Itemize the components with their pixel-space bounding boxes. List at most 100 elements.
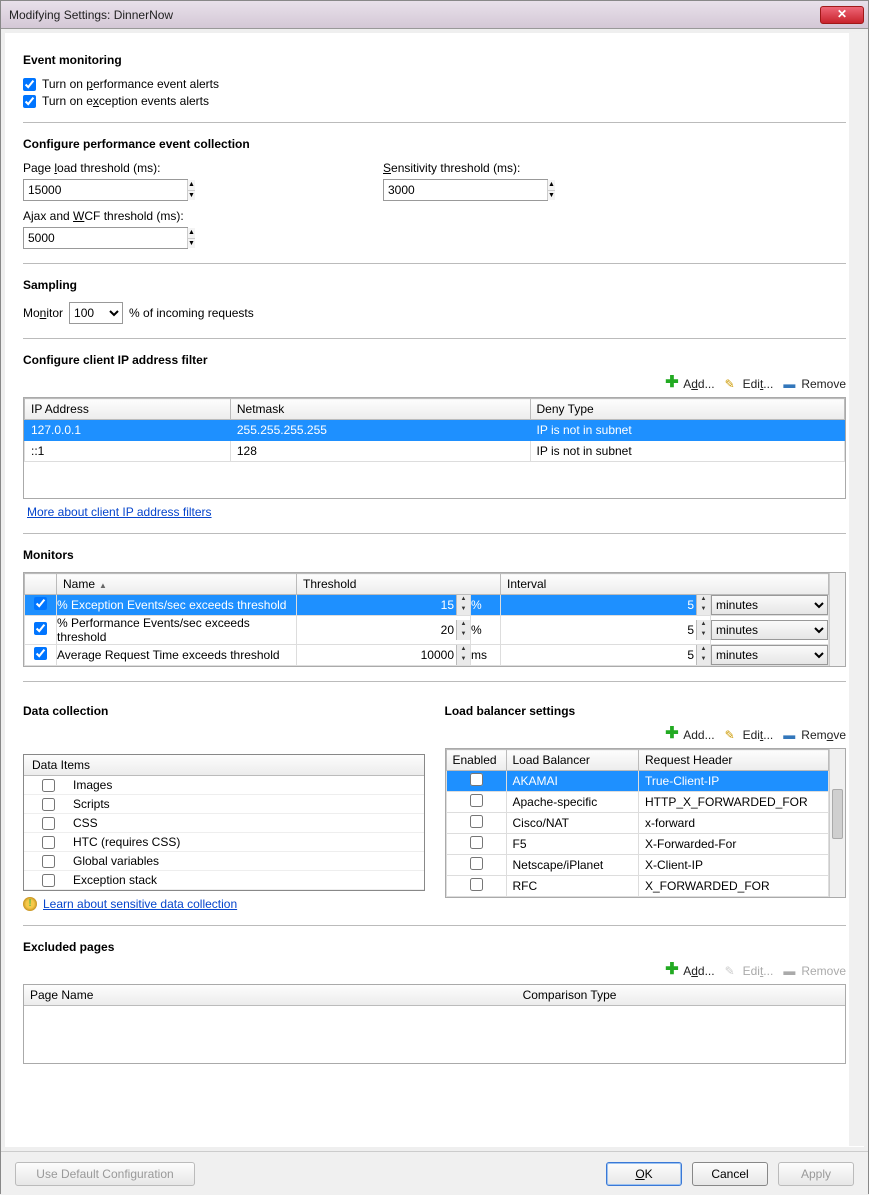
mon-col-name[interactable]: Name▲ — [57, 574, 297, 595]
lb-col-enabled[interactable]: Enabled — [446, 750, 506, 771]
data-item-row[interactable]: CSS — [24, 814, 424, 833]
spin-up-icon[interactable]: ▲ — [548, 180, 555, 191]
interval-unit-select[interactable]: minutes — [711, 645, 828, 665]
threshold-input[interactable] — [297, 595, 456, 615]
cancel-button[interactable]: Cancel — [692, 1162, 768, 1186]
ex-col-comp[interactable]: Comparison Type — [517, 985, 845, 1006]
ex-remove-button: ▬Remove — [783, 964, 846, 978]
lb-row[interactable]: Netscape/iPlanetX-Client-IP — [446, 855, 829, 876]
lb-row[interactable]: F5X-Forwarded-For — [446, 834, 829, 855]
ip-row[interactable]: ::1128IP is not in subnet — [25, 441, 845, 462]
monitor-checkbox[interactable] — [34, 647, 47, 660]
ok-button[interactable]: OK — [606, 1162, 682, 1186]
data-item-checkbox[interactable] — [42, 798, 55, 811]
lb-add-button[interactable]: ✚Add... — [665, 728, 714, 742]
close-button[interactable]: ✕ — [820, 6, 864, 24]
sampling-select[interactable]: 100 — [69, 302, 123, 324]
lb-enabled-checkbox[interactable] — [470, 878, 483, 891]
ip-col-ip[interactable]: IP Address — [25, 399, 231, 420]
sampling-suffix: % of incoming requests — [129, 306, 254, 320]
monitors-grid: Name▲ Threshold Interval % Exception Eve… — [23, 572, 846, 667]
ip-add-button[interactable]: ✚Add... — [665, 377, 714, 391]
ip-col-deny[interactable]: Deny Type — [530, 399, 844, 420]
spin-down-icon[interactable]: ▼ — [188, 239, 195, 249]
data-item-row[interactable]: Global variables — [24, 852, 424, 871]
page-load-input[interactable] — [24, 180, 187, 200]
mon-col-check[interactable] — [25, 574, 57, 595]
data-item-row[interactable]: Scripts — [24, 795, 424, 814]
mon-col-threshold[interactable]: Threshold — [297, 574, 501, 595]
interval-input[interactable] — [501, 620, 696, 640]
lb-scrollbar[interactable] — [829, 749, 845, 897]
main-scrollbar[interactable] — [849, 32, 865, 1146]
ip-filter-grid: IP Address Netmask Deny Type 127.0.0.125… — [23, 397, 846, 499]
data-item-checkbox[interactable] — [42, 874, 55, 887]
data-item-row[interactable]: HTC (requires CSS) — [24, 833, 424, 852]
lb-remove-button[interactable]: ▬Remove — [783, 728, 846, 742]
monitor-checkbox[interactable] — [34, 597, 47, 610]
use-default-button: Use Default Configuration — [15, 1162, 195, 1186]
lb-row[interactable]: RFCX_FORWARDED_FOR — [446, 876, 829, 897]
sensitivity-spinner[interactable]: ▲▼ — [383, 179, 548, 201]
interval-input[interactable] — [501, 645, 696, 665]
apply-button: Apply — [778, 1162, 854, 1186]
interval-input[interactable] — [501, 595, 696, 615]
sensitivity-input[interactable] — [384, 180, 547, 200]
data-item-row[interactable]: Images — [24, 776, 424, 795]
lb-row[interactable]: Cisco/NATx-forward — [446, 813, 829, 834]
ex-col-page[interactable]: Page Name — [24, 985, 517, 1006]
lb-row[interactable]: AKAMAITrue-Client-IP — [446, 771, 829, 792]
data-item-checkbox[interactable] — [42, 836, 55, 849]
ip-col-mask[interactable]: Netmask — [230, 399, 530, 420]
ip-edit-button[interactable]: ✎Edit... — [725, 377, 774, 391]
ip-remove-button[interactable]: ▬Remove — [783, 377, 846, 391]
lb-enabled-checkbox[interactable] — [470, 794, 483, 807]
interval-unit-select[interactable]: minutes — [711, 620, 828, 640]
lb-row[interactable]: Apache-specificHTTP_X_FORWARDED_FOR — [446, 792, 829, 813]
footer: Use Default Configuration OK Cancel Appl… — [1, 1151, 868, 1195]
lb-enabled-checkbox[interactable] — [470, 857, 483, 870]
monitor-checkbox[interactable] — [34, 622, 47, 635]
monitor-row[interactable]: % Performance Events/sec exceeds thresho… — [25, 616, 829, 645]
section-event-monitoring-title: Event monitoring — [23, 53, 846, 67]
section-monitors-title: Monitors — [23, 548, 846, 562]
ip-row[interactable]: 127.0.0.1255.255.255.255IP is not in sub… — [25, 420, 845, 441]
lb-col-header[interactable]: Request Header — [639, 750, 829, 771]
mon-col-interval[interactable]: Interval — [501, 574, 829, 595]
excluded-grid: Page Name Comparison Type — [23, 984, 846, 1064]
spin-down-icon[interactable]: ▼ — [548, 191, 555, 201]
data-item-checkbox[interactable] — [42, 855, 55, 868]
monitor-row[interactable]: Average Request Time exceeds threshold▲▼… — [25, 645, 829, 666]
monitors-scrollbar[interactable] — [829, 573, 845, 666]
ex-add-button[interactable]: ✚Add... — [665, 964, 714, 978]
section-perf-title: Configure performance event collection — [23, 137, 846, 151]
data-item-checkbox[interactable] — [42, 817, 55, 830]
learn-data-collection-link[interactable]: Learn about sensitive data collection — [43, 897, 237, 911]
ajax-spinner[interactable]: ▲▼ — [23, 227, 188, 249]
ip-filter-more-link[interactable]: More about client IP address filters — [27, 505, 212, 519]
spin-up-icon[interactable]: ▲ — [188, 228, 195, 239]
minus-icon: ▬ — [783, 728, 797, 742]
spin-up-icon[interactable]: ▲ — [188, 180, 195, 191]
lb-edit-button[interactable]: ✎Edit... — [725, 728, 774, 742]
perf-alerts-checkbox[interactable] — [23, 78, 36, 91]
lb-col-lb[interactable]: Load Balancer — [506, 750, 639, 771]
page-load-spinner[interactable]: ▲▼ — [23, 179, 188, 201]
lb-enabled-checkbox[interactable] — [470, 836, 483, 849]
interval-unit-select[interactable]: minutes — [711, 595, 828, 615]
ajax-input[interactable] — [24, 228, 187, 248]
threshold-input[interactable] — [297, 620, 456, 640]
spin-down-icon[interactable]: ▼ — [188, 191, 195, 201]
data-item-row[interactable]: Exception stack — [24, 871, 424, 890]
titlebar: Modifying Settings: DinnerNow ✕ — [1, 1, 868, 29]
exc-alerts-checkbox[interactable] — [23, 95, 36, 108]
perf-alerts-label: Turn on performance event alerts — [42, 77, 219, 91]
data-item-label: Scripts — [73, 797, 110, 811]
monitor-row[interactable]: % Exception Events/sec exceeds threshold… — [25, 595, 829, 616]
lb-enabled-checkbox[interactable] — [470, 815, 483, 828]
threshold-input[interactable] — [297, 645, 456, 665]
excluded-toolbar: ✚Add... ✎Edit... ▬Remove — [23, 964, 846, 978]
minus-icon: ▬ — [783, 377, 797, 391]
lb-enabled-checkbox[interactable] — [470, 773, 483, 786]
data-item-checkbox[interactable] — [42, 779, 55, 792]
